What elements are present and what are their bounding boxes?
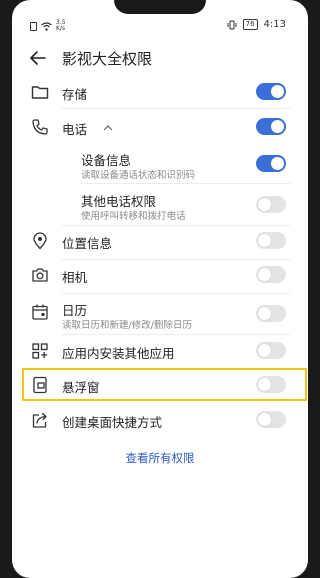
install-apps-toggle[interactable] (256, 342, 286, 359)
permission-row-phone[interactable]: 电话 (12, 115, 308, 139)
floating-window-icon (33, 376, 47, 394)
permission-description: 读取设备通话状态和识别码 (81, 170, 196, 181)
wifi-icon (41, 21, 52, 31)
vibrate-icon (227, 20, 237, 29)
permission-label: 悬浮窗 (62, 380, 100, 395)
network-speed: 3.5 K/s (56, 20, 66, 32)
storage-toggle[interactable] (256, 83, 286, 100)
permission-row-location[interactable]: 位置信息 (12, 229, 308, 253)
location-toggle[interactable] (256, 232, 286, 249)
view-all-permissions-link[interactable]: 查看所有权限 (12, 450, 308, 466)
back-arrow-icon[interactable] (28, 48, 48, 68)
permission-label: 应用内安装其他应用 (62, 346, 175, 361)
permission-row-shortcut[interactable]: 创建桌面快捷方式 (12, 408, 308, 432)
permission-row-camera[interactable]: 相机 (12, 263, 308, 287)
location-pin-icon (33, 232, 47, 250)
permission-row-storage[interactable]: 存储 (12, 80, 308, 104)
divider (62, 259, 290, 260)
calendar-toggle[interactable] (256, 305, 286, 322)
status-left: 3.5 K/s (30, 20, 66, 32)
camera-icon (32, 268, 48, 282)
permission-description: 使用呼叫转移和拨打电话 (81, 211, 186, 222)
permission-label: 位置信息 (62, 236, 113, 251)
device-info-toggle[interactable] (256, 155, 286, 172)
folder-icon (31, 86, 49, 99)
status-right: 76 4:13 (227, 19, 286, 30)
chevron-up-icon[interactable] (103, 123, 113, 133)
sim-icon (30, 21, 37, 31)
permission-description: 读取日历和新建/修改/删除日历 (62, 320, 192, 331)
status-bar: 3.5 K/s 76 4:13 (12, 18, 308, 34)
permission-label: 存储 (62, 87, 88, 102)
permission-row-other-phone[interactable]: 其他电话权限 使用呼叫转移和拨打电话 (12, 189, 308, 222)
permission-label: 相机 (62, 270, 88, 285)
camera-notch (114, 0, 206, 14)
camera-toggle[interactable] (256, 266, 286, 283)
phone-toggle[interactable] (256, 118, 286, 135)
phone-screen: 3.5 K/s 76 4:13 影视大全权限 存储 电话 设备信息 读取设备通话… (12, 0, 308, 578)
other-phone-toggle[interactable] (256, 196, 286, 213)
phone-icon (32, 119, 48, 135)
permission-row-calendar[interactable]: 日历 读取日历和新建/修改/删除日历 (12, 297, 308, 331)
floating-window-toggle[interactable] (256, 376, 286, 393)
divider (81, 183, 290, 184)
divider (62, 334, 290, 335)
shortcut-toggle[interactable] (256, 411, 286, 428)
permission-label: 电话 (62, 122, 88, 137)
page-title: 影视大全权限 (62, 50, 153, 68)
network-speed-unit: K/s (56, 25, 66, 32)
apps-grid-icon (32, 343, 48, 359)
permission-label: 创建桌面快捷方式 (62, 415, 163, 430)
battery-indicator: 76 (242, 19, 258, 30)
permission-row-floating-window[interactable]: 悬浮窗 (12, 373, 308, 397)
share-shortcut-icon (32, 412, 47, 428)
divider (62, 293, 290, 294)
permission-row-device-info[interactable]: 设备信息 读取设备通话状态和识别码 (12, 148, 308, 181)
divider (62, 108, 290, 109)
divider (62, 225, 290, 226)
calendar-icon (32, 304, 48, 320)
clock: 4:13 (263, 19, 286, 30)
permission-row-install-apps[interactable]: 应用内安装其他应用 (12, 339, 308, 363)
app-header: 影视大全权限 (12, 44, 308, 72)
